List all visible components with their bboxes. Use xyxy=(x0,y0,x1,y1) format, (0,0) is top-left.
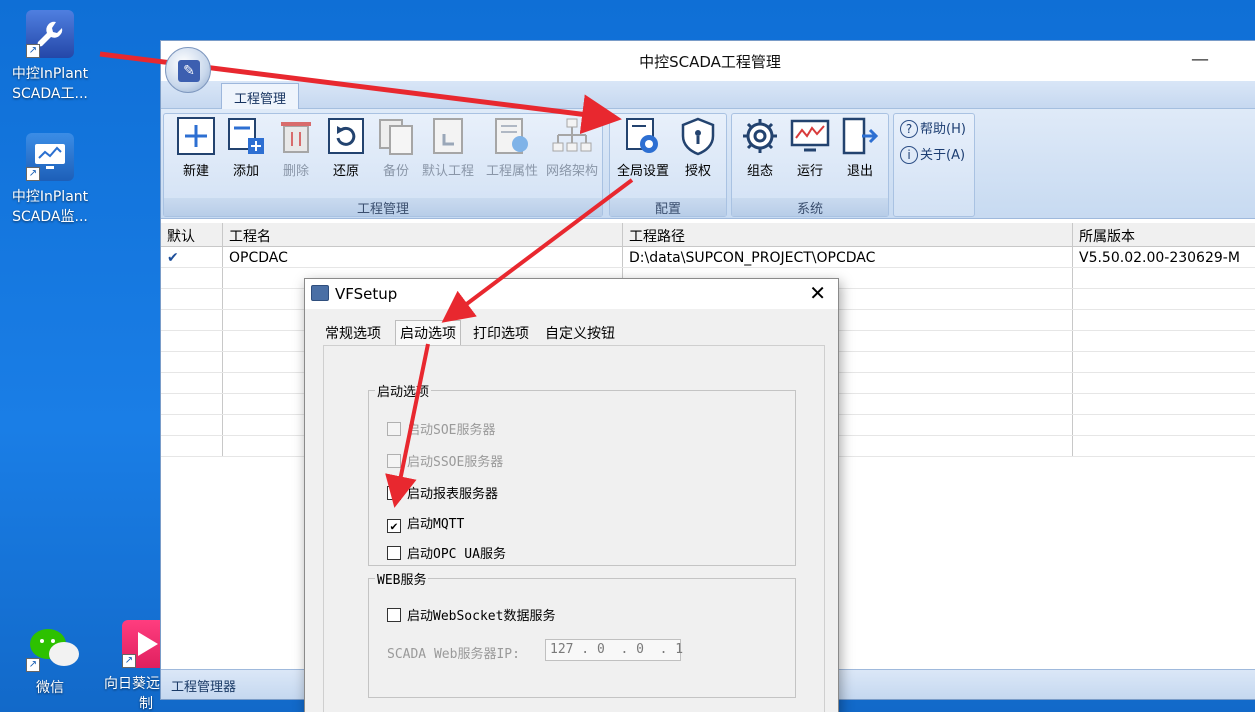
backup-icon xyxy=(376,116,416,156)
project-name-cell: OPCDAC xyxy=(223,247,623,267)
desktop-icon-scada-monitor[interactable]: ↗ 中控InPlant SCADA监... xyxy=(2,133,98,227)
checkmark-icon: ✔ xyxy=(387,519,401,533)
checkbox-box xyxy=(387,486,401,500)
group-label: 系统 xyxy=(732,198,888,217)
monitor-icon: ↗ xyxy=(26,133,74,181)
run-button[interactable]: 运行 xyxy=(782,116,838,179)
app-menu-button[interactable]: ✎ xyxy=(165,47,211,93)
titlebar: 中控SCADA工程管理 — xyxy=(161,41,1255,81)
properties-icon xyxy=(492,116,532,156)
checkbox-box xyxy=(387,454,401,468)
group-system: 组态 运行 退出 系统 xyxy=(731,113,889,217)
startup-options-group: 启动选项 启动SOE服务器 启动SSOE服务器 启动报表服务器 ✔ 启动MQTT … xyxy=(368,381,796,566)
start-mqtt-checkbox[interactable]: ✔ 启动MQTT xyxy=(387,513,464,533)
help-button[interactable]: ? 帮助(H) xyxy=(900,118,966,138)
group-legend: WEB服务 xyxy=(375,569,429,588)
default-project-icon xyxy=(428,116,468,156)
dialog-title: VFSetup xyxy=(335,285,398,303)
vfsetup-dialog: VFSetup ✕ 常规选项 启动选项 打印选项 自定义按钮 启动选项 启动SO… xyxy=(304,278,839,712)
column-header-version[interactable]: 所属版本 xyxy=(1073,223,1255,246)
settings-icon xyxy=(623,116,663,156)
authorize-button[interactable]: 授权 xyxy=(670,116,726,179)
column-header-path[interactable]: 工程路径 xyxy=(623,223,1073,246)
exit-button[interactable]: 退出 xyxy=(832,116,888,179)
tab-project-management[interactable]: 工程管理 xyxy=(221,83,300,109)
table-header: 默认 工程名 工程路径 所属版本 xyxy=(161,223,1255,247)
network-architecture-button[interactable]: 网络架构 xyxy=(542,116,602,179)
shortcut-arrow-icon: ↗ xyxy=(26,44,40,58)
group-help: ? 帮助(H) i 关于(A) xyxy=(893,113,975,217)
default-checkmark: ✔ xyxy=(161,247,223,267)
web-server-ip-input[interactable]: 127 . 0 . 0 . 1 xyxy=(545,639,683,661)
desktop-icon-wechat[interactable]: ↗ 微信 xyxy=(2,624,98,698)
add-file-icon xyxy=(226,116,266,156)
trash-icon xyxy=(276,116,316,156)
window-title: 中控SCADA工程管理 xyxy=(639,53,781,71)
checkbox-box xyxy=(387,546,401,560)
monitor-chart-icon xyxy=(790,116,830,156)
group-label: 配置 xyxy=(610,198,726,217)
group-legend: 启动选项 xyxy=(375,381,432,400)
tab-custom-buttons[interactable]: 自定义按钮 xyxy=(543,323,617,343)
tab-print-options[interactable]: 打印选项 xyxy=(471,323,531,343)
start-ssoe-server-checkbox[interactable]: 启动SSOE服务器 xyxy=(387,451,503,470)
web-service-group: WEB服务 启动WebSocket数据服务 SCADA Web服务器IP: 12… xyxy=(368,569,796,698)
dialog-titlebar: VFSetup ✕ xyxy=(305,279,838,309)
plus-icon xyxy=(176,116,216,156)
exit-door-icon xyxy=(840,116,880,156)
project-version-cell: V5.50.02.00-230629-M xyxy=(1079,250,1240,266)
group-label: 工程管理 xyxy=(164,198,602,217)
checkbox-box xyxy=(387,608,401,622)
minimize-button[interactable]: — xyxy=(1191,49,1209,70)
default-project-button[interactable]: 默认工程 xyxy=(418,116,478,179)
table-row[interactable]: ✔ OPCDAC D:\data\SUPCON_PROJECT\OPCDAC V… xyxy=(161,247,1255,268)
desktop-icon-label: 中控InPlant SCADA监... xyxy=(11,189,89,225)
desktop-icon-label: 微信 xyxy=(36,680,64,696)
restore-button[interactable]: 还原 xyxy=(318,116,374,179)
close-icon[interactable]: ✕ xyxy=(809,281,826,305)
group-config: 全局设置 授权 配置 xyxy=(609,113,727,217)
group-project-management: 新建 添加 删除 还原 备份 默认工程 工程属性 网络架构 工程管理 xyxy=(163,113,603,217)
wrench-icon: ↗ xyxy=(26,10,74,58)
start-soe-server-checkbox[interactable]: 启动SOE服务器 xyxy=(387,419,495,438)
start-report-server-checkbox[interactable]: 启动报表服务器 xyxy=(387,483,498,502)
checkbox-box xyxy=(387,422,401,436)
add-button[interactable]: 添加 xyxy=(218,116,274,179)
wrench-icon: ✎ xyxy=(178,60,200,82)
global-settings-button[interactable]: 全局设置 xyxy=(612,116,674,179)
restore-icon xyxy=(326,116,366,156)
new-button[interactable]: 新建 xyxy=(168,116,224,179)
project-properties-button[interactable]: 工程属性 xyxy=(482,116,542,179)
desktop-icon-scada-project[interactable]: ↗ 中控InPlant SCADA工... xyxy=(2,10,98,104)
start-websocket-checkbox[interactable]: 启动WebSocket数据服务 xyxy=(387,605,555,624)
info-icon: i xyxy=(900,146,918,164)
shortcut-arrow-icon: ↗ xyxy=(26,167,40,181)
ribbon-tabs: 工程管理 xyxy=(161,81,1255,109)
tab-startup-options[interactable]: 启动选项 xyxy=(395,320,461,345)
shield-icon xyxy=(678,116,718,156)
start-opc-ua-checkbox[interactable]: 启动OPC UA服务 xyxy=(387,543,506,562)
shortcut-arrow-icon: ↗ xyxy=(26,658,40,672)
about-button[interactable]: i 关于(A) xyxy=(900,144,965,164)
ribbon: 新建 添加 删除 还原 备份 默认工程 工程属性 网络架构 工程管理 全局设置 … xyxy=(161,109,1255,219)
startup-options-pane: 启动选项 启动SOE服务器 启动SSOE服务器 启动报表服务器 ✔ 启动MQTT … xyxy=(323,345,825,712)
backup-button[interactable]: 备份 xyxy=(368,116,424,179)
gear-icon xyxy=(740,116,780,156)
project-path-cell: D:\data\SUPCON_PROJECT\OPCDAC xyxy=(623,247,1073,267)
configure-button[interactable]: 组态 xyxy=(732,116,788,179)
column-header-default[interactable]: 默认 xyxy=(161,223,223,246)
dialog-app-icon xyxy=(311,285,329,301)
tab-general-options[interactable]: 常规选项 xyxy=(323,323,383,343)
web-server-ip-label: SCADA Web服务器IP: xyxy=(387,647,520,662)
help-icon: ? xyxy=(900,120,918,138)
network-icon xyxy=(552,116,592,156)
delete-button[interactable]: 删除 xyxy=(268,116,324,179)
wechat-icon: ↗ xyxy=(26,624,79,672)
column-header-name[interactable]: 工程名 xyxy=(223,223,623,246)
shortcut-arrow-icon: ↗ xyxy=(122,654,136,668)
desktop-icon-label: 中控InPlant SCADA工... xyxy=(11,66,89,102)
